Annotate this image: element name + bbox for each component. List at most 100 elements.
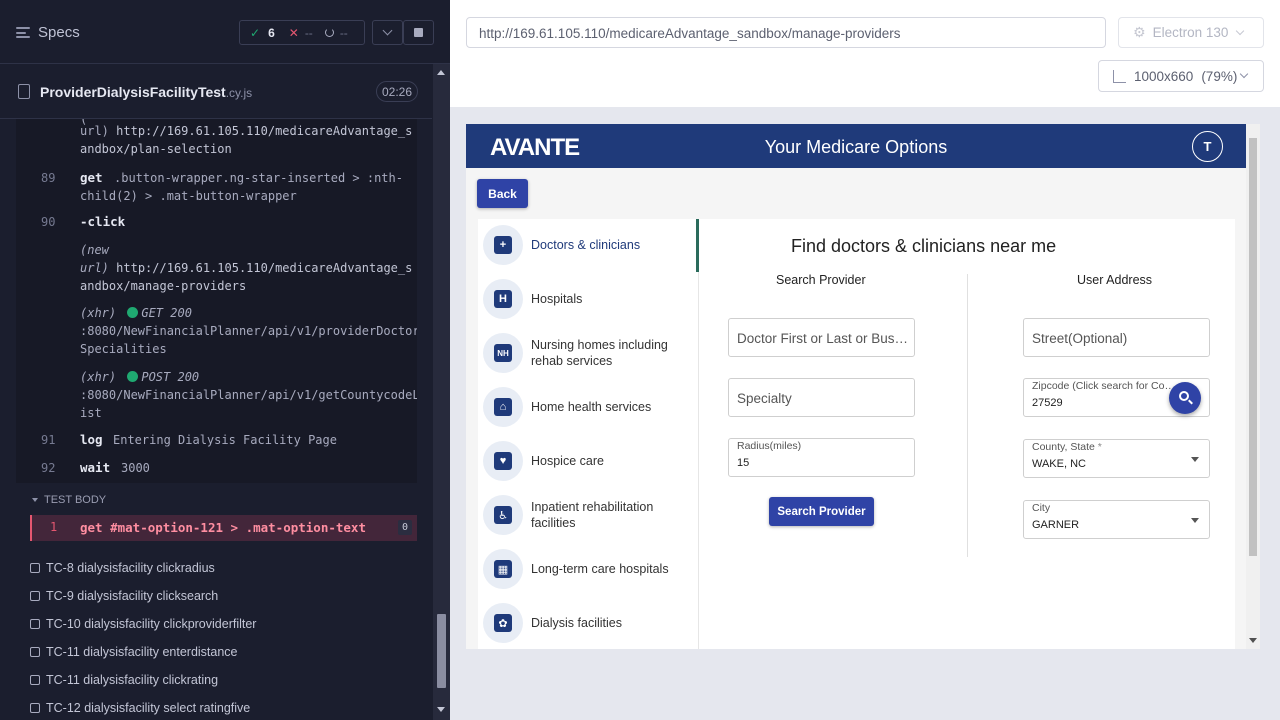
scroll-up-arrow[interactable]	[437, 70, 445, 75]
specialty-input[interactable]: Specialty	[728, 378, 915, 417]
pending-count: --	[339, 25, 348, 40]
log-xhr-post: (xhr) POST 200	[80, 370, 200, 384]
browser-select[interactable]: ⚙ Electron 130	[1118, 17, 1264, 48]
nursing-home-icon: NH	[483, 333, 523, 373]
command-log: ( url) http://169.61.105.110/medicareAdv…	[16, 119, 417, 483]
command-log-scrollbar[interactable]	[433, 64, 450, 720]
element-count-badge: 0	[398, 520, 412, 535]
test-item[interactable]: TC-12 dialysisfacility select ratingfive	[30, 701, 250, 715]
category-hospice[interactable]: ♥ Hospice care	[483, 441, 693, 481]
street-input[interactable]: Street(Optional)	[1023, 318, 1210, 357]
app-header: AVANTE Your Medicare Options T	[466, 124, 1246, 168]
page-title: Find doctors & clinicians near me	[791, 236, 1057, 256]
zipcode-search-button[interactable]	[1169, 382, 1201, 414]
column-divider	[967, 274, 968, 557]
city-label: City	[1032, 502, 1051, 514]
chevron-down-icon	[1191, 518, 1199, 523]
chevron-down-icon	[1240, 69, 1249, 79]
scrollbar-thumb[interactable]	[437, 614, 446, 688]
city-select[interactable]: City GARNER	[1023, 500, 1210, 539]
preview-toolbar: http://169.61.105.110/medicareAdvantage_…	[450, 0, 1280, 107]
failed-command-row[interactable]: 1 get #mat-option-121 > .mat-option-text…	[30, 515, 417, 541]
specs-label: Specs	[38, 24, 80, 41]
category-inpatient-rehab[interactable]: ♿ Inpatient rehabilitation facilities	[483, 495, 693, 535]
test-item[interactable]: TC-11 dialysisfacility enterdistance	[30, 645, 238, 659]
provider-search-card: + Doctors & clinicians H Hospitals NH Nu…	[478, 219, 1235, 649]
stop-button[interactable]	[403, 20, 434, 45]
radius-input[interactable]: Radius(miles) 15	[728, 438, 915, 477]
app-scrollbar[interactable]	[1246, 124, 1260, 649]
log-xhr-get: (xhr) GET 200	[80, 306, 192, 320]
browser-name: Electron 130	[1152, 25, 1229, 40]
xhr-status-dot	[127, 371, 139, 382]
log-command-text: child(2) > .mat-button-wrapper	[80, 189, 297, 203]
log-command-name: get	[80, 170, 103, 185]
log-command-text: .button-wrapper.ng-star-inserted > :nth-	[114, 171, 403, 185]
scrollbar-thumb[interactable]	[1249, 138, 1257, 556]
menu-icon	[16, 27, 30, 38]
test-body-label: TEST BODY	[44, 494, 107, 506]
user-avatar[interactable]: T	[1192, 131, 1223, 162]
log-line: ( url) http://169.61.105.110/medicareAdv…	[80, 119, 413, 156]
test-body-toggle[interactable]: TEST BODY	[32, 494, 106, 506]
test-item[interactable]: TC-11 dialysisfacility clickrating	[30, 673, 218, 687]
log-url: url) http://169.61.105.110/medicareAdvan…	[80, 261, 413, 275]
chevron-down-icon	[1191, 457, 1199, 462]
url-bar[interactable]: http://169.61.105.110/medicareAdvantage_…	[466, 17, 1106, 48]
viewport-size: 1000x660	[1134, 68, 1194, 84]
viewport-select[interactable]: 1000x660 (79%)	[1098, 60, 1264, 92]
file-icon	[18, 84, 30, 99]
chevron-down-button[interactable]	[372, 20, 403, 45]
pending-test-icon	[30, 619, 40, 629]
log-xhr-path: :8080/NewFinancialPlanner/api/v1/getCoun…	[80, 388, 417, 402]
category-hospitals[interactable]: H Hospitals	[483, 279, 693, 319]
failed-command-number: 1	[50, 520, 58, 534]
test-item[interactable]: TC-10 dialysisfacility clickproviderfilt…	[30, 617, 256, 631]
pending-icon	[324, 28, 334, 37]
test-stats: ✓ 6 ✕ -- --	[239, 20, 365, 45]
pending-test-icon	[30, 703, 40, 713]
search-provider-heading: Search Provider	[776, 273, 866, 287]
log-line-number: 90	[41, 215, 56, 229]
hospital-icon: H	[483, 279, 523, 319]
category-doctors[interactable]: + Doctors & clinicians	[483, 225, 693, 265]
category-dialysis[interactable]: ✿ Dialysis facilities	[483, 603, 693, 643]
scroll-down-arrow[interactable]	[1249, 638, 1257, 643]
active-category-indicator	[696, 219, 699, 272]
specs-button[interactable]: Specs	[16, 24, 80, 41]
category-long-term-care[interactable]: ▦ Long-term care hospitals	[483, 549, 693, 589]
log-xhr-path: Specialities	[80, 342, 167, 356]
test-item[interactable]: TC-9 dialysisfacility clicksearch	[30, 589, 218, 603]
ltc-hospital-icon: ▦	[483, 549, 523, 589]
category-home-health[interactable]: ⌂ Home health services	[483, 387, 693, 427]
county-state-value: WAKE, NC	[1032, 458, 1086, 470]
dialysis-icon: ✿	[483, 603, 523, 643]
category-nursing-homes[interactable]: NH Nursing homes including rehab service…	[483, 333, 693, 373]
log-url-cont: andbox/manage-providers	[80, 279, 247, 293]
pending-test-icon	[30, 675, 40, 685]
caret-down-icon	[32, 498, 38, 502]
gear-icon: ⚙	[1133, 24, 1146, 40]
log-xhr-path: ist	[80, 406, 102, 420]
scroll-down-arrow[interactable]	[437, 707, 445, 712]
hospice-icon: ♥	[483, 441, 523, 481]
x-icon: ✕	[288, 25, 299, 40]
rehab-icon: ♿	[483, 495, 523, 535]
search-provider-button[interactable]: Search Provider	[769, 497, 874, 526]
doctor-name-input[interactable]: Doctor First or Last or Business Name	[728, 318, 915, 357]
pending-test-icon	[30, 563, 40, 573]
test-item[interactable]: TC-8 dialysisfacility clickradius	[30, 561, 215, 575]
back-button[interactable]: Back	[477, 179, 528, 208]
zipcode-value: 27529	[1032, 397, 1063, 409]
chevron-down-icon	[382, 25, 393, 36]
run-timer: 02:26	[376, 81, 418, 102]
log-command-name: wait	[80, 460, 111, 475]
log-command-text: Entering Dialysis Facility Page	[113, 433, 337, 447]
cypress-runner-panel: Specs ✓ 6 ✕ -- -- ProviderDialysisFacili…	[0, 0, 450, 720]
check-icon: ✓	[250, 25, 261, 40]
doctor-icon: +	[483, 225, 523, 265]
county-state-select[interactable]: County, State * WAKE, NC	[1023, 439, 1210, 478]
log-command-text: 3000	[121, 461, 150, 475]
radius-value: 15	[737, 457, 750, 469]
xhr-status-dot	[127, 307, 139, 318]
